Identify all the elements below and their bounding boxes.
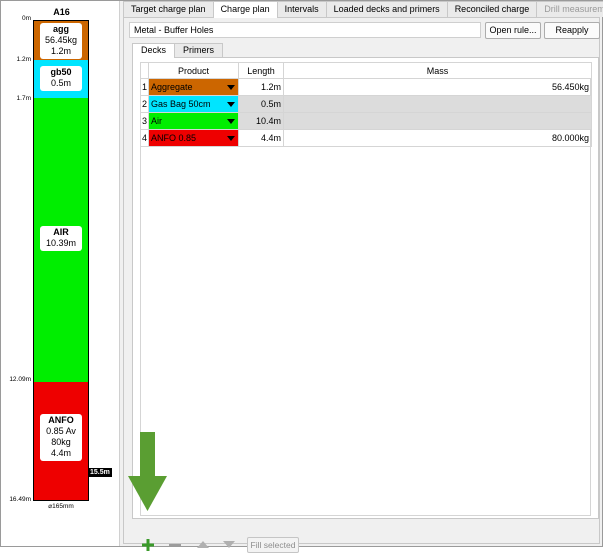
product-select[interactable]: Gas Bag 50cm [148, 95, 239, 113]
deck-segment-gas-bag[interactable]: gb50 0.5m [34, 60, 88, 98]
segment-line: 56.45kg [44, 35, 78, 45]
hole-diagram-panel: A16 0m 1.2m 1.7m 12.09m 16.49m agg 56.45… [1, 1, 118, 546]
charge-plan-body: Metal - Buffer Holes Open rule... Reappl… [123, 17, 600, 553]
depth-label: 0m [21, 15, 31, 22]
fill-selected-button: Fill selected [247, 537, 299, 553]
length-cell[interactable]: 0.5m [238, 95, 284, 113]
move-up-button[interactable] [195, 537, 211, 553]
length-cell[interactable]: 1.2m [238, 78, 284, 96]
deck-segment-air[interactable]: AIR 10.39m [34, 98, 88, 382]
length-cell[interactable]: 10.4m [238, 112, 284, 130]
move-down-button[interactable] [221, 537, 237, 553]
row-index: 2 [140, 95, 149, 113]
table-row[interactable]: 1 Aggregate 1.2m 56.450kg [140, 78, 592, 96]
deck-toolbar: Fill selected [124, 537, 603, 557]
reapply-button[interactable]: Reapply [544, 22, 600, 39]
tab-loaded-decks-and-primers[interactable]: Loaded decks and primers [325, 1, 448, 17]
depth-label: 1.2m [16, 56, 31, 63]
segment-label: ANFO 0.85 Av 80kg 4.4m [40, 414, 82, 461]
column-header-length[interactable]: Length [238, 62, 284, 79]
depth-label: 1.7m [16, 95, 31, 102]
tab-decks[interactable]: Decks [132, 43, 176, 58]
chevron-down-icon[interactable] [227, 85, 235, 90]
table-header-row: Product Length Mass [140, 62, 592, 79]
segment-label: AIR 10.39m [40, 226, 82, 251]
column-header-mass[interactable]: Mass [283, 62, 592, 79]
tab-primers[interactable]: Primers [174, 43, 224, 57]
deck-segment-aggregate[interactable]: agg 56.45kg 1.2m [34, 21, 88, 60]
segment-name: agg [52, 24, 69, 34]
open-rule-button[interactable]: Open rule... [485, 22, 541, 39]
hole-title: A16 [53, 7, 70, 17]
mass-cell[interactable] [283, 95, 592, 113]
hole-diameter-label: ⌀165mm [48, 503, 74, 510]
charge-panel: Target charge plan Charge plan Intervals… [119, 1, 603, 553]
table-border [140, 515, 591, 516]
product-select[interactable]: Air [148, 112, 239, 130]
tab-intervals[interactable]: Intervals [276, 1, 327, 17]
table-row[interactable]: 3 Air 10.4m [140, 112, 592, 130]
mass-cell[interactable]: 80.000kg [283, 129, 592, 147]
chevron-down-icon[interactable] [227, 119, 235, 124]
table-row[interactable]: 4 ANFO 0.85 4.4m 80.000kg [140, 129, 592, 147]
decks-table: Product Length Mass 1 Aggregate 1.2m 56.450… [140, 62, 592, 147]
segment-name: ANFO [48, 415, 74, 425]
product-select[interactable]: ANFO 0.85 [148, 129, 239, 147]
down-arrow-icon [128, 432, 167, 511]
depth-label: 16.49m [9, 496, 31, 503]
plus-icon [142, 539, 154, 551]
segment-label: agg 56.45kg 1.2m [40, 23, 82, 59]
mass-cell[interactable]: 56.450kg [283, 78, 592, 96]
row-index: 1 [140, 78, 149, 96]
segment-label: gb50 0.5m [40, 66, 82, 91]
move-up-icon [197, 541, 209, 548]
hole-column: agg 56.45kg 1.2m gb50 0.5m AIR 10.39m AN… [33, 20, 89, 501]
length-cell[interactable]: 4.4m [238, 129, 284, 147]
minus-icon [169, 544, 181, 547]
segment-line: 1.2m [50, 46, 71, 56]
charge-rule-name: Metal - Buffer Holes [129, 22, 481, 38]
table-row[interactable]: 2 Gas Bag 50cm 0.5m [140, 95, 592, 113]
tab-reconciled-charge[interactable]: Reconciled charge [446, 1, 538, 17]
segment-name: AIR [53, 227, 69, 237]
add-deck-button[interactable] [140, 537, 156, 553]
chevron-down-icon[interactable] [227, 102, 235, 107]
column-header-product[interactable]: Product [148, 62, 239, 79]
mass-cell[interactable] [283, 112, 592, 130]
move-down-icon [223, 541, 235, 548]
tab-target-charge-plan[interactable]: Target charge plan [123, 1, 214, 17]
row-index: 4 [140, 129, 149, 147]
row-index: 3 [140, 112, 149, 130]
tab-charge-plan[interactable]: Charge plan [212, 1, 278, 18]
segment-line: 10.39m [45, 238, 77, 248]
product-name: Aggregate [151, 82, 193, 92]
segment-name: gb50 [50, 67, 72, 77]
decks-panel: Product Length Mass 1 Aggregate 1.2m 56.450… [132, 57, 599, 519]
deck-segment-anfo[interactable]: ANFO 0.85 Av 80kg 4.4m [34, 382, 88, 500]
column-header-index [140, 62, 149, 79]
total-length-badge: 15.5m [88, 468, 112, 477]
segment-line: 4.4m [50, 448, 71, 458]
chevron-down-icon[interactable] [227, 136, 235, 141]
product-name: Air [151, 116, 162, 126]
segment-line: 0.5m [50, 78, 71, 88]
main-tabs: Target charge plan Charge plan Intervals… [123, 1, 603, 18]
product-name: Gas Bag 50cm [151, 99, 211, 109]
segment-line: 80kg [51, 437, 71, 447]
product-name: ANFO 0.85 [151, 133, 197, 143]
sub-tabs: Decks Primers [132, 43, 224, 58]
depth-label: 12.09m [9, 376, 31, 383]
product-select[interactable]: Aggregate [148, 78, 239, 96]
tab-drill-measurements: Drill measurements [536, 1, 603, 17]
segment-line: 0.85 Av [46, 426, 76, 436]
remove-deck-button[interactable] [167, 537, 183, 553]
